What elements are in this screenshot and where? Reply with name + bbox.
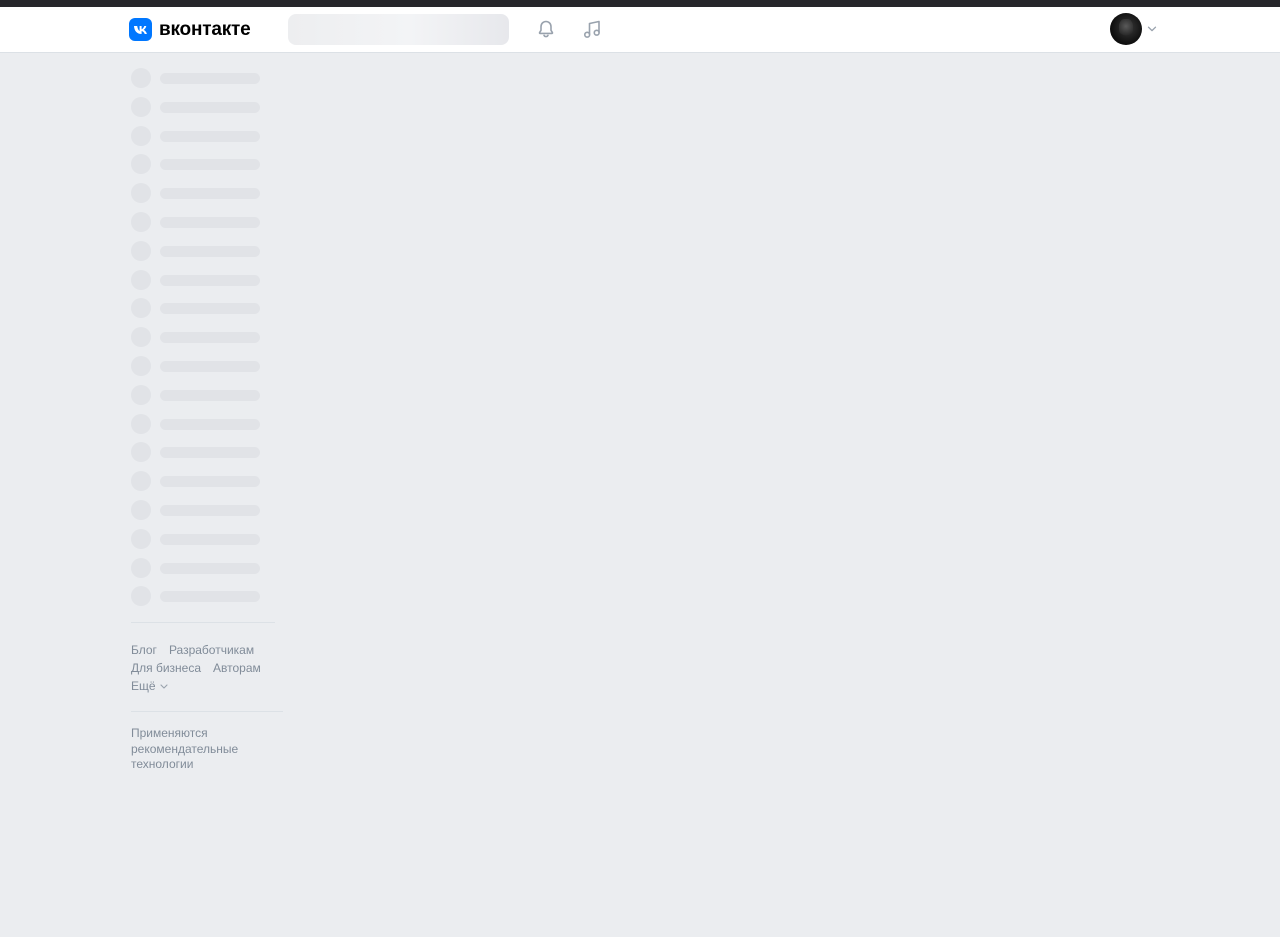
skeleton-menu-item: [131, 68, 283, 88]
footer-links: Блог Разработчикам Для бизнеса Авторам Ещё: [131, 641, 291, 695]
skeleton-label-placeholder: [160, 159, 260, 171]
skeleton-icon-placeholder: [131, 240, 151, 261]
skeleton-menu-item: [131, 183, 283, 204]
skeleton-icon-placeholder: [131, 125, 151, 146]
skeleton-label-placeholder: [160, 303, 260, 315]
profile-menu-button[interactable]: [1110, 13, 1157, 45]
more-button[interactable]: Ещё: [131, 677, 168, 695]
skeleton-label-placeholder: [160, 389, 260, 401]
skeleton-label-placeholder: [160, 188, 260, 200]
skeleton-menu-item: [131, 557, 283, 578]
skeleton-menu-item: [131, 125, 283, 146]
skeleton-label-placeholder: [160, 562, 260, 574]
search-input-placeholder[interactable]: [288, 14, 509, 45]
skeleton-icon-placeholder: [131, 471, 151, 492]
bell-icon[interactable]: [534, 17, 558, 41]
skeleton-icon-placeholder: [131, 557, 151, 578]
skeleton-menu-item: [131, 96, 283, 117]
skeleton-menu-item: [131, 442, 283, 463]
vk-logo-link[interactable]: вконтакте: [129, 18, 251, 41]
skeleton-menu-item: [131, 327, 283, 348]
skeleton-menu-item: [131, 471, 283, 492]
skeleton-menu-item: [131, 384, 283, 405]
skeleton-icon-placeholder: [131, 413, 151, 434]
skeleton-menu-item: [131, 298, 283, 319]
recommendation-technologies-link[interactable]: Применяются рекомендательные технологии: [131, 726, 271, 773]
skeleton-label-placeholder: [160, 360, 260, 372]
footer-link-developers[interactable]: Разработчикам: [169, 643, 254, 657]
footer-link-authors[interactable]: Авторам: [213, 661, 261, 675]
skeleton-icon-placeholder: [131, 442, 151, 463]
skeleton-label-placeholder: [160, 504, 260, 516]
skeleton-icon-placeholder: [131, 96, 151, 117]
browser-top-strip: [0, 0, 1280, 7]
footer-link-blog[interactable]: Блог: [131, 643, 157, 657]
skeleton-icon-placeholder: [131, 499, 151, 520]
skeleton-menu-item: [131, 355, 283, 376]
skeleton-icon-placeholder: [131, 586, 151, 607]
top-header: вконтакте: [0, 7, 1280, 53]
skeleton-menu-item: [131, 499, 283, 520]
skeleton-menu-item: [131, 240, 283, 261]
skeleton-icon-placeholder: [131, 269, 151, 290]
skeleton-menu-item: [131, 211, 283, 232]
sidebar-skeleton: [131, 68, 283, 615]
skeleton-icon-placeholder: [131, 211, 151, 232]
vk-logo-icon: [129, 18, 152, 41]
skeleton-icon-placeholder: [131, 68, 151, 88]
skeleton-icon-placeholder: [131, 327, 151, 348]
skeleton-menu-item: [131, 269, 283, 290]
skeleton-menu-item: [131, 154, 283, 175]
more-label: Ещё: [131, 679, 156, 693]
skeleton-menu-item: [131, 586, 283, 607]
skeleton-icon-placeholder: [131, 384, 151, 405]
skeleton-menu-item: [131, 413, 283, 434]
skeleton-label-placeholder: [160, 245, 260, 257]
skeleton-icon-placeholder: [131, 183, 151, 204]
chevron-down-icon: [1147, 24, 1157, 34]
skeleton-label-placeholder: [160, 101, 260, 113]
sidebar-divider: [131, 622, 275, 623]
footer-link-business[interactable]: Для бизнеса: [131, 661, 201, 675]
logo-text: вконтакте: [159, 18, 251, 40]
skeleton-icon-placeholder: [131, 355, 151, 376]
chevron-down-icon: [160, 683, 168, 689]
skeleton-label-placeholder: [160, 73, 260, 84]
skeleton-label-placeholder: [160, 591, 260, 603]
skeleton-label-placeholder: [160, 418, 260, 430]
skeleton-label-placeholder: [160, 274, 260, 286]
avatar: [1110, 13, 1142, 45]
skeleton-label-placeholder: [160, 476, 260, 488]
skeleton-icon-placeholder: [131, 528, 151, 549]
skeleton-label-placeholder: [160, 130, 260, 142]
skeleton-label-placeholder: [160, 216, 260, 228]
skeleton-label-placeholder: [160, 533, 260, 545]
music-note-icon[interactable]: [580, 17, 604, 41]
skeleton-label-placeholder: [160, 332, 260, 344]
skeleton-menu-item: [131, 528, 283, 549]
skeleton-icon-placeholder: [131, 154, 151, 175]
skeleton-icon-placeholder: [131, 298, 151, 319]
footer-divider: [131, 711, 283, 712]
skeleton-label-placeholder: [160, 447, 260, 459]
